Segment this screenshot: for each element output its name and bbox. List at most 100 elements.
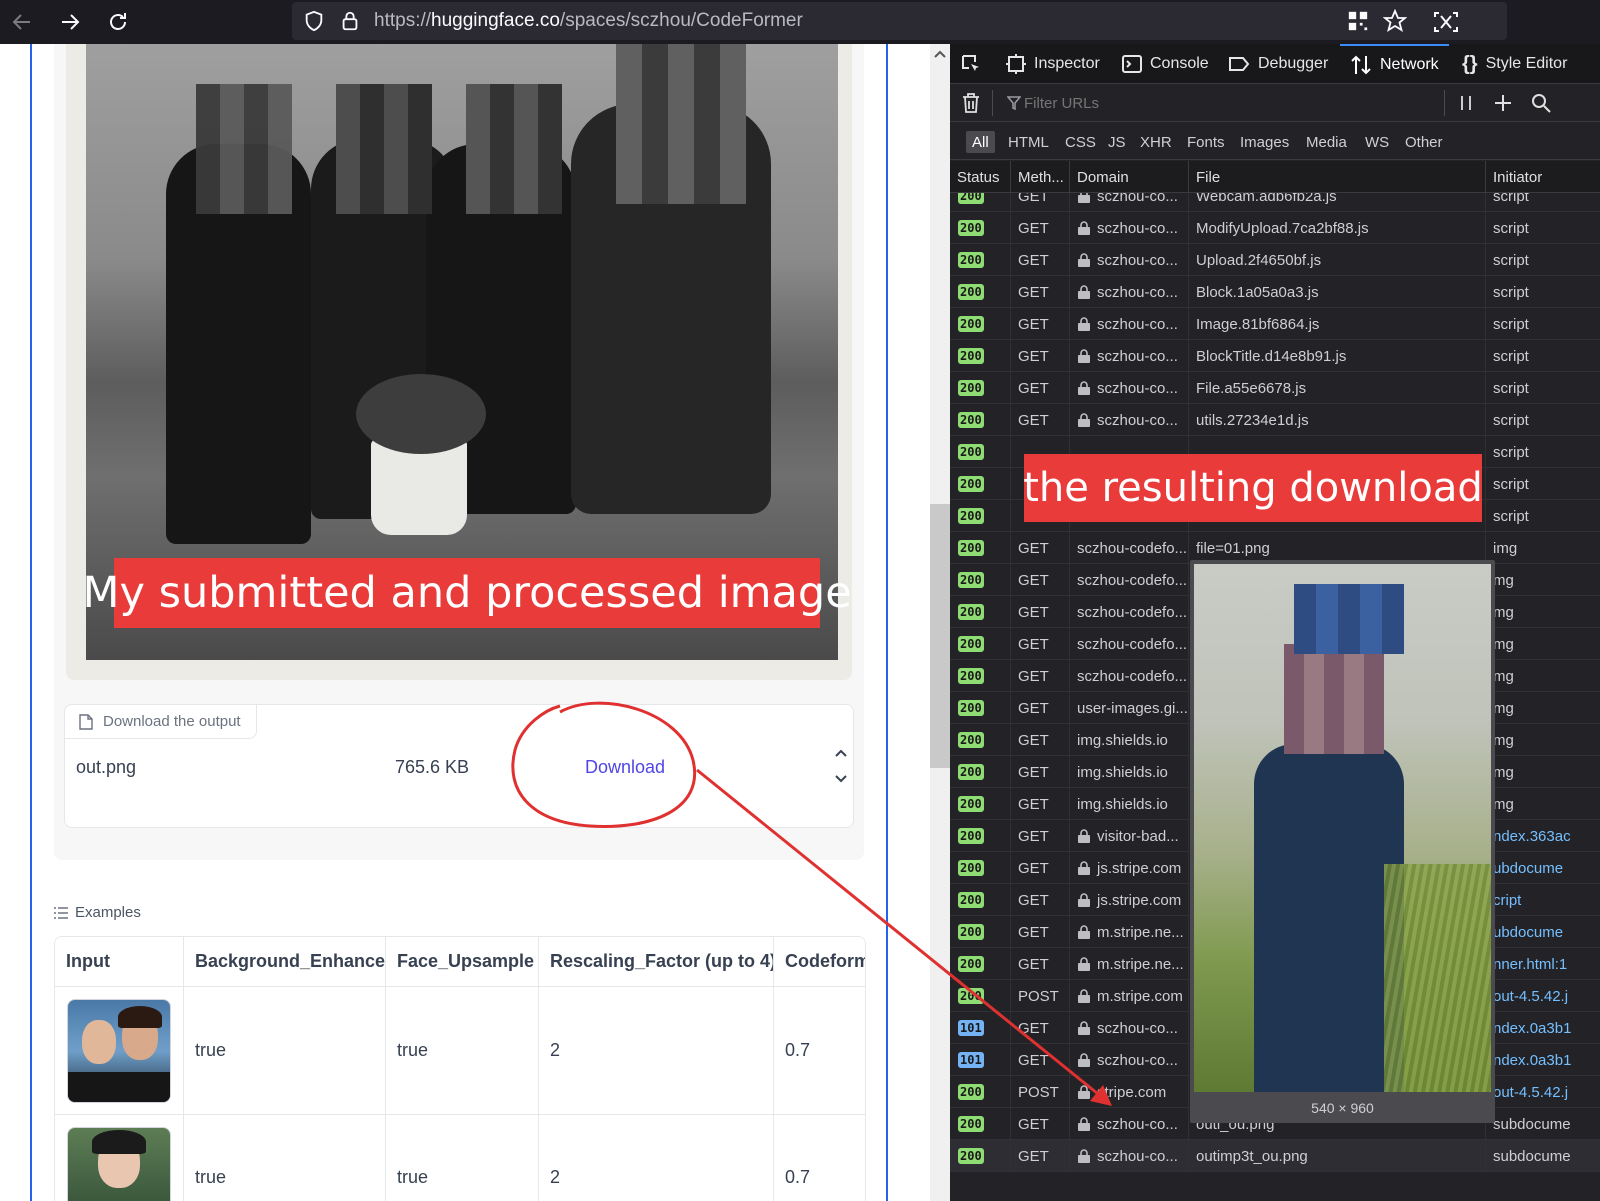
- type-filter-js[interactable]: JS: [1102, 131, 1132, 153]
- request-initiator: ndex.363ac: [1493, 827, 1571, 845]
- example-thumbnail[interactable]: [67, 1127, 171, 1201]
- request-row[interactable]: 200 GET sczhou-co... Image.81bf6864.js scrip…: [950, 308, 1600, 340]
- request-domain-text: sczhou-co...: [1097, 1051, 1178, 1069]
- search-icon[interactable]: [1531, 93, 1551, 113]
- tracking-shield-icon[interactable]: [302, 9, 326, 33]
- url-text[interactable]: https://huggingface.co/spaces/sczhou/Cod…: [374, 10, 803, 32]
- reload-button[interactable]: [100, 4, 136, 40]
- request-domain: img.shields.io: [1077, 724, 1187, 756]
- request-method: GET: [1018, 251, 1049, 269]
- type-filter-images[interactable]: Images: [1234, 131, 1295, 153]
- type-filter-fonts[interactable]: Fonts: [1181, 131, 1231, 153]
- element-picker-button[interactable]: [960, 44, 982, 84]
- request-domain: sczhou-codefo...: [1077, 628, 1187, 660]
- download-list-scroller[interactable]: [831, 743, 851, 793]
- trash-icon[interactable]: [962, 93, 980, 113]
- col-file[interactable]: File: [1189, 161, 1486, 193]
- request-method: GET: [1018, 859, 1049, 877]
- table-cell[interactable]: true: [386, 987, 539, 1115]
- column-separator: [1010, 372, 1011, 404]
- table-cell[interactable]: 0.7: [774, 987, 865, 1115]
- col-initiator[interactable]: Initiator: [1486, 161, 1600, 193]
- column-separator: [1010, 724, 1011, 756]
- col-status[interactable]: Status: [950, 161, 1011, 193]
- lock-icon: [1078, 989, 1090, 1003]
- type-filter-xhr[interactable]: XHR: [1134, 131, 1178, 153]
- chevron-up-icon: [835, 749, 847, 757]
- table-cell[interactable]: 0.7: [774, 1115, 865, 1201]
- type-filter-media[interactable]: Media: [1300, 131, 1353, 153]
- col-domain[interactable]: Domain: [1070, 161, 1189, 193]
- column-separator: [1188, 340, 1189, 372]
- back-button[interactable]: [4, 4, 40, 40]
- tab-label: Debugger: [1258, 55, 1329, 72]
- request-domain-text: sczhou-co...: [1097, 251, 1178, 269]
- lock-icon[interactable]: [338, 9, 362, 33]
- column-separator: [1010, 980, 1011, 1012]
- table-row[interactable]: [55, 987, 184, 1115]
- request-row[interactable]: 200 GET sczhou-co... Upload.2f4650bf.js scri…: [950, 244, 1600, 276]
- type-filter-other[interactable]: Other: [1399, 131, 1449, 153]
- tab-inspector[interactable]: Inspector: [1006, 44, 1100, 84]
- tab-console[interactable]: Console: [1122, 44, 1209, 84]
- back-arrow-icon: [12, 14, 30, 30]
- column-separator: [1069, 852, 1070, 884]
- request-row[interactable]: 200 GET sczhou-co... Webcam.adb6fb2a.js scri…: [950, 193, 1600, 212]
- status-badge: 200: [958, 860, 984, 876]
- page-scrollbar-thumb[interactable]: [930, 504, 950, 768]
- table-cell[interactable]: true: [184, 1115, 386, 1201]
- scroll-up-arrow-icon[interactable]: [933, 48, 947, 60]
- table-cell[interactable]: true: [184, 987, 386, 1115]
- col-method[interactable]: Meth...: [1011, 161, 1070, 193]
- tab-style-editor[interactable]: {} Style Editor: [1462, 44, 1567, 84]
- status-badge: 200: [958, 892, 984, 908]
- type-filter-css[interactable]: CSS: [1059, 131, 1102, 153]
- type-filter-html[interactable]: HTML: [1002, 131, 1055, 153]
- table-row[interactable]: [55, 1115, 184, 1201]
- download-link[interactable]: Download: [585, 757, 665, 778]
- tab-debugger[interactable]: Debugger: [1228, 44, 1328, 84]
- examples-table: Input Background_Enhance Face_Upsample R…: [54, 936, 866, 1201]
- column-separator: [1188, 852, 1189, 884]
- qr-code-icon[interactable]: [1346, 9, 1370, 33]
- request-domain-text: sczhou-co...: [1097, 347, 1178, 365]
- add-plus-icon[interactable]: [1494, 94, 1512, 112]
- request-initiator: script: [1493, 193, 1529, 205]
- request-row[interactable]: 200 GET sczhou-co... ModifyUpload.7ca2bf88.…: [950, 212, 1600, 244]
- type-filter-ws[interactable]: WS: [1359, 131, 1395, 153]
- request-row[interactable]: 200 GET sczhou-co... File.a55e6678.js script: [950, 372, 1600, 404]
- column-separator: [1188, 532, 1189, 564]
- status-badge: 200: [958, 796, 984, 812]
- request-domain: sczhou-co...: [1077, 244, 1187, 276]
- request-row[interactable]: 200 GET sczhou-co... Block.1a05a0a3.js scrip…: [950, 276, 1600, 308]
- url-bar[interactable]: https://huggingface.co/spaces/sczhou/Cod…: [292, 2, 1507, 40]
- request-row[interactable]: 200 GET sczhou-co... utils.27234e1d.js scrip…: [950, 404, 1600, 436]
- tab-label: Inspector: [1034, 55, 1100, 72]
- lock-icon: [1078, 957, 1090, 971]
- forward-button[interactable]: [52, 4, 88, 40]
- bookmark-star-icon[interactable]: [1383, 9, 1407, 33]
- request-method: POST: [1018, 987, 1059, 1005]
- request-row[interactable]: 200 GET sczhou-co... outimp3t_ou.png subdocu…: [950, 1140, 1600, 1172]
- page-scrollbar[interactable]: [930, 44, 950, 1201]
- column-separator: [1069, 564, 1070, 596]
- column-separator: [1010, 852, 1011, 884]
- example-thumbnail[interactable]: [67, 999, 171, 1103]
- status-badge: 200: [958, 380, 984, 396]
- column-separator: [1188, 564, 1189, 596]
- table-cell[interactable]: true: [386, 1115, 539, 1201]
- tab-network[interactable]: Network: [1340, 44, 1449, 84]
- type-filter-all[interactable]: All: [966, 131, 995, 153]
- column-separator: [1010, 1140, 1011, 1172]
- preview-dimensions: 540 × 960: [1311, 1100, 1374, 1116]
- pause-icon[interactable]: [1459, 95, 1473, 111]
- column-separator: [1069, 1012, 1070, 1044]
- table-cell[interactable]: 2: [539, 1115, 774, 1201]
- request-initiator: mg: [1493, 795, 1514, 813]
- table-cell[interactable]: 2: [539, 987, 774, 1115]
- filter-urls-input[interactable]: [1024, 92, 1434, 114]
- screenshot-button[interactable]: [1428, 4, 1464, 40]
- column-separator: [1485, 276, 1486, 308]
- column-separator: [1010, 1076, 1011, 1108]
- request-row[interactable]: 200 GET sczhou-co... BlockTitle.d14e8b91.js…: [950, 340, 1600, 372]
